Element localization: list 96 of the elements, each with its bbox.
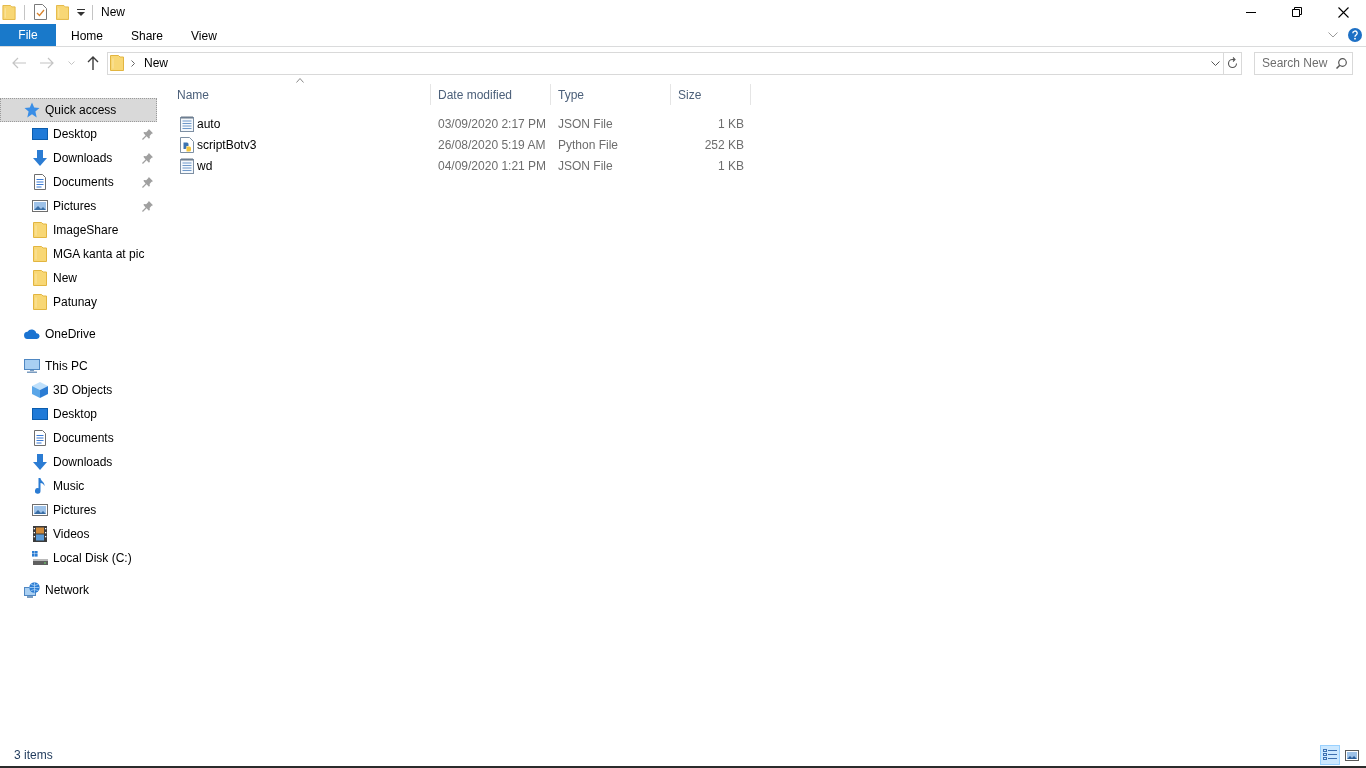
refresh-icon (1227, 57, 1238, 69)
minimize-icon (1246, 11, 1256, 13)
checked-document-icon (34, 4, 47, 20)
restore-icon (1292, 7, 1302, 17)
dropdown-arrow-icon (77, 8, 85, 16)
sidebar-item[interactable]: Pictures (0, 498, 157, 522)
arrow-right-icon (40, 57, 54, 69)
chevron-right-icon (131, 59, 135, 67)
download-arrow-icon (33, 454, 47, 470)
sidebar-item[interactable]: Network (0, 578, 157, 602)
help-button[interactable] (1348, 28, 1362, 42)
sidebar-item[interactable]: Videos (0, 522, 157, 546)
sidebar-item[interactable]: New (0, 266, 157, 290)
drive-icon (32, 551, 48, 565)
table-cell-text: 1 KB (717, 158, 745, 173)
sidebar-item[interactable]: Patunay (0, 290, 157, 314)
ribbon-tab[interactable]: File (0, 24, 56, 46)
column-header[interactable]: Date modified (431, 84, 551, 105)
document-icon (34, 430, 46, 446)
sidebar-item[interactable]: Quick access (0, 98, 157, 122)
folder-icon (33, 222, 47, 238)
column-header[interactable]: Type (551, 84, 671, 105)
arrow-left-icon (12, 57, 26, 69)
cube-icon (32, 382, 48, 398)
sidebar-item[interactable]: Documents (0, 426, 157, 450)
chevron-down-icon (67, 61, 75, 65)
desktop-icon (32, 408, 48, 420)
picture-icon (32, 200, 48, 212)
sidebar-item[interactable]: Music (0, 474, 157, 498)
table-cell-text: JSON File (557, 116, 614, 131)
details-view-icon (1323, 749, 1337, 761)
help-icon (1348, 28, 1362, 42)
table-cell-text: 1 KB (717, 116, 745, 131)
folder-icon (110, 55, 124, 71)
table-cell-text: 04/09/2020 1:21 PM (437, 158, 548, 173)
text-file-icon (180, 157, 194, 174)
chevron-down-icon (1328, 32, 1338, 38)
folder-icon (33, 294, 47, 310)
ribbon-tab[interactable]: Share (116, 24, 177, 46)
search-field[interactable]: Search New (1255, 52, 1336, 74)
customize-toolbar-button[interactable] (77, 8, 85, 16)
sidebar-item[interactable]: Downloads (0, 146, 157, 170)
table-cell-text: 03/09/2020 2:17 PM (437, 116, 548, 131)
ribbon-tab[interactable]: Home (56, 24, 116, 46)
picture-icon (32, 504, 48, 516)
arrow-up-icon (87, 56, 99, 70)
address-bar[interactable]: New (107, 51, 1224, 75)
window-title: New (101, 5, 125, 19)
folder-icon (56, 4, 69, 20)
column-header[interactable]: Name (170, 84, 431, 105)
breadcrumb[interactable]: New (144, 56, 168, 70)
sidebar-item[interactable]: ImageShare (0, 218, 157, 242)
sidebar-item[interactable]: OneDrive (0, 322, 157, 346)
music-note-icon (35, 478, 45, 494)
close-icon (1337, 6, 1349, 18)
sidebar-item[interactable]: Desktop (0, 402, 157, 426)
search-box[interactable]: Search New (1254, 51, 1353, 75)
table-cell-text: 252 KB (703, 137, 745, 152)
sidebar-item[interactable]: Local Disk (C:) (0, 546, 157, 570)
sidebar-item[interactable]: Downloads (0, 450, 157, 474)
sidebar-item[interactable]: Documents (0, 170, 157, 194)
sidebar-item[interactable]: Desktop (0, 122, 157, 146)
item-count: 3 items (14, 748, 53, 762)
search-icon (1336, 57, 1347, 69)
properties-button[interactable] (34, 4, 47, 20)
cloud-icon (24, 329, 40, 339)
network-icon (24, 582, 40, 598)
ribbon-tab[interactable]: View (176, 24, 230, 46)
column-header[interactable]: Size (671, 84, 751, 105)
refresh-button[interactable] (1224, 51, 1242, 75)
large-icons-view-icon (1345, 749, 1359, 761)
folder-icon (33, 270, 47, 286)
expand-ribbon-button[interactable] (1328, 32, 1338, 38)
folder-icon (2, 4, 16, 20)
table-cell-text: JSON File (557, 158, 614, 173)
file-name[interactable]: wd (197, 158, 213, 173)
folder-icon (33, 246, 47, 262)
sidebar-item[interactable]: Pictures (0, 194, 157, 218)
sidebar-item[interactable]: MGA kanta at pic (0, 242, 157, 266)
desktop-icon (32, 128, 48, 140)
address-dropdown-button[interactable] (1211, 60, 1220, 66)
details-view-button[interactable] (1320, 745, 1340, 765)
film-strip-icon (33, 526, 47, 542)
star-icon (24, 102, 40, 118)
download-arrow-icon (33, 150, 47, 166)
table-cell-text: 26/08/2020 5:19 AM (437, 137, 547, 152)
python-file-icon (180, 136, 194, 153)
sidebar-item[interactable]: This PC (0, 354, 157, 378)
text-file-icon (180, 115, 194, 132)
document-icon (34, 174, 46, 190)
file-name[interactable]: scriptBotv3 (197, 137, 257, 152)
sidebar-item[interactable]: 3D Objects (0, 378, 157, 402)
table-cell-text: Python File (557, 137, 620, 152)
computer-icon (24, 359, 40, 373)
chevron-down-icon (1211, 60, 1220, 66)
file-name[interactable]: auto (197, 116, 221, 131)
